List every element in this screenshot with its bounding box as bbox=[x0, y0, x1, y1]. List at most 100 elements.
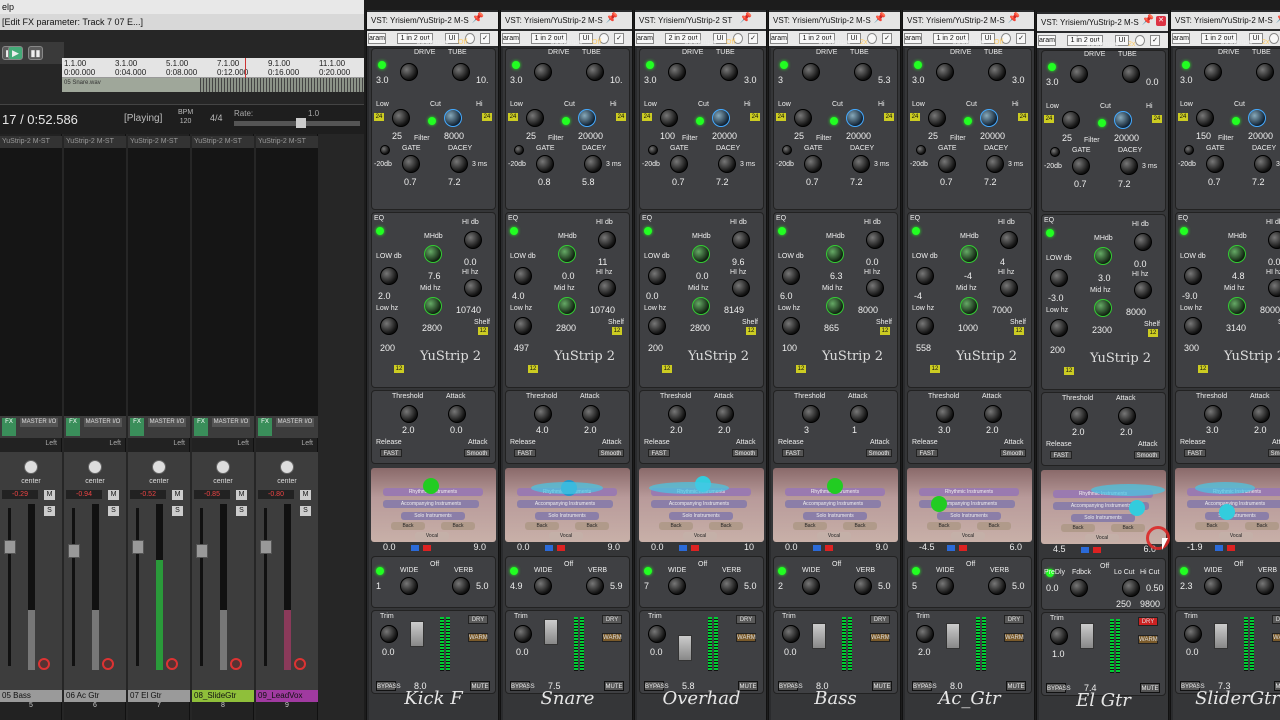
param-button[interactable]: aram bbox=[636, 33, 654, 44]
stage-panel[interactable]: Rhythmic Instruments Accompanying Instru… bbox=[1175, 468, 1280, 542]
wide-knob[interactable] bbox=[802, 577, 820, 595]
hi-cut-knob[interactable] bbox=[1248, 109, 1266, 127]
trim-knob[interactable] bbox=[648, 625, 666, 643]
slope-badge[interactable]: 24 bbox=[776, 113, 786, 121]
hi-freq-knob[interactable] bbox=[1000, 279, 1018, 297]
pin-icon[interactable]: 📌 bbox=[472, 13, 484, 24]
threshold-knob[interactable] bbox=[534, 405, 552, 423]
bypass-toggle[interactable] bbox=[867, 33, 877, 44]
drive-led[interactable] bbox=[646, 61, 654, 69]
fx-button[interactable]: FX bbox=[194, 418, 208, 436]
slope-badge-hi[interactable]: 24 bbox=[482, 113, 492, 121]
mid-gain-knob[interactable] bbox=[1228, 245, 1246, 263]
mid-freq-knob[interactable] bbox=[1094, 299, 1112, 317]
dacey-knob[interactable] bbox=[986, 155, 1004, 173]
mid-gain-knob[interactable] bbox=[960, 245, 978, 263]
plugin-title[interactable]: VST: Yrisiem/YuStrip-2 M-S bbox=[1171, 12, 1280, 29]
mid-freq-knob[interactable] bbox=[692, 297, 710, 315]
pin-icon[interactable]: 📌 bbox=[874, 13, 886, 24]
volume-fader[interactable] bbox=[260, 540, 272, 554]
pan-knob[interactable] bbox=[24, 460, 38, 474]
low-gain-knob[interactable] bbox=[1050, 269, 1068, 287]
strip-fx-name[interactable]: YuStrip-2 M-ST bbox=[0, 136, 62, 148]
stage-position-ball[interactable] bbox=[931, 496, 947, 512]
low-shelf-badge[interactable]: 12 bbox=[796, 365, 806, 373]
track-name[interactable]: 08_SlideGtr bbox=[192, 690, 254, 702]
warm-button[interactable]: WARM bbox=[1004, 633, 1024, 642]
fader-track[interactable] bbox=[72, 508, 75, 666]
hi-freq-knob[interactable] bbox=[1134, 281, 1152, 299]
param-button[interactable]: aram bbox=[502, 33, 520, 44]
hi-freq-knob[interactable] bbox=[732, 279, 750, 297]
trim-knob[interactable] bbox=[916, 625, 934, 643]
stage-panel[interactable]: Rhythmic Instruments Accompanying Instru… bbox=[773, 468, 898, 542]
enable-checkbox[interactable]: ✓ bbox=[614, 33, 624, 44]
drive-led[interactable] bbox=[1182, 61, 1190, 69]
fx-button[interactable]: FX bbox=[2, 418, 16, 436]
warm-button[interactable]: WARM bbox=[1272, 633, 1280, 642]
dacey-knob[interactable] bbox=[584, 155, 602, 173]
drive-led[interactable] bbox=[512, 61, 520, 69]
verb-knob[interactable] bbox=[1122, 579, 1140, 597]
hi-cut-knob[interactable] bbox=[846, 109, 864, 127]
fx-slot-area[interactable] bbox=[64, 148, 126, 416]
fast-button[interactable]: FAST bbox=[514, 449, 536, 457]
enable-checkbox[interactable]: ✓ bbox=[1016, 33, 1026, 44]
attack-knob[interactable] bbox=[1118, 407, 1136, 425]
fx-button[interactable]: FX bbox=[258, 418, 272, 436]
mid-freq-knob[interactable] bbox=[1228, 297, 1246, 315]
output-fader[interactable] bbox=[812, 623, 826, 649]
stage-panel[interactable]: Rhythmic Instruments Accompanying Instru… bbox=[505, 468, 630, 542]
low-freq-knob[interactable] bbox=[916, 317, 934, 335]
pause-icon[interactable]: ▮▮ bbox=[28, 46, 43, 60]
smooth-button[interactable]: Smooth bbox=[866, 449, 892, 457]
dacey-knob[interactable] bbox=[718, 155, 736, 173]
record-arm-button[interactable] bbox=[166, 658, 178, 670]
pan-knob[interactable] bbox=[88, 460, 102, 474]
verb-knob[interactable] bbox=[452, 577, 470, 595]
track-name[interactable]: 09_LeadVox bbox=[256, 690, 318, 702]
low-cut-knob[interactable] bbox=[1062, 111, 1080, 129]
drive-knob[interactable] bbox=[668, 63, 686, 81]
slope-badge[interactable]: 24 bbox=[1044, 115, 1054, 123]
mid-freq-knob[interactable] bbox=[826, 297, 844, 315]
output-fader[interactable] bbox=[946, 623, 960, 649]
smooth-button[interactable]: Smooth bbox=[1268, 449, 1280, 457]
fast-button[interactable]: FAST bbox=[380, 449, 402, 457]
gate-toggle[interactable] bbox=[1050, 147, 1060, 157]
hi-cut-knob[interactable] bbox=[444, 109, 462, 127]
param-button[interactable]: aram bbox=[770, 33, 788, 44]
hi-freq-knob[interactable] bbox=[598, 279, 616, 297]
io-button[interactable]: MASTER I/O bbox=[84, 418, 122, 427]
attack-knob[interactable] bbox=[850, 405, 868, 423]
low-gain-knob[interactable] bbox=[648, 267, 666, 285]
eq-led[interactable] bbox=[912, 227, 920, 235]
threshold-knob[interactable] bbox=[802, 405, 820, 423]
strip-fx-name[interactable]: YuStrip-2 M-ST bbox=[256, 136, 318, 148]
mid-gain-knob[interactable] bbox=[558, 245, 576, 263]
hi-gain-knob[interactable] bbox=[1000, 231, 1018, 249]
trim-knob[interactable] bbox=[380, 625, 398, 643]
low-gain-knob[interactable] bbox=[1184, 267, 1202, 285]
gate-knob[interactable] bbox=[1206, 155, 1224, 173]
mute-button[interactable]: M bbox=[44, 490, 55, 500]
width-led[interactable] bbox=[912, 567, 920, 575]
hi-gain-knob[interactable] bbox=[732, 231, 750, 249]
low-cut-knob[interactable] bbox=[526, 109, 544, 127]
hi-gain-knob[interactable] bbox=[866, 231, 884, 249]
dacey-knob[interactable] bbox=[1120, 157, 1138, 175]
smooth-button[interactable]: Smooth bbox=[1000, 449, 1026, 457]
width-led[interactable] bbox=[644, 567, 652, 575]
fader-track[interactable] bbox=[264, 508, 267, 666]
drive-knob[interactable] bbox=[400, 63, 418, 81]
width-led[interactable] bbox=[778, 567, 786, 575]
io-button[interactable]: MASTER I/O bbox=[276, 418, 314, 427]
width-led[interactable] bbox=[376, 567, 384, 575]
drive-knob[interactable] bbox=[802, 63, 820, 81]
warm-button[interactable]: WARM bbox=[468, 633, 488, 642]
filter-led[interactable] bbox=[1232, 117, 1240, 125]
smooth-button[interactable]: Smooth bbox=[732, 449, 758, 457]
slope-badge[interactable]: 24 bbox=[374, 113, 384, 121]
trim-knob[interactable] bbox=[514, 625, 532, 643]
pan-knob[interactable] bbox=[152, 460, 166, 474]
